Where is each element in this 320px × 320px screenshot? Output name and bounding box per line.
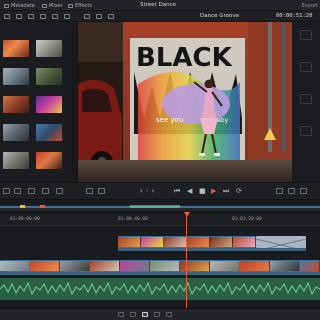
jog-icon[interactable]: ‹ ◦ › [140, 188, 154, 195]
go-to-start-icon[interactable]: ⏮ [174, 188, 180, 195]
inspector-thumbnail[interactable] [300, 62, 312, 72]
inspector-thumbnail[interactable] [300, 126, 312, 136]
overview-ruler[interactable] [0, 205, 320, 211]
audio-track[interactable] [0, 278, 320, 300]
audio-waveform [0, 281, 320, 296]
edit-page-icon[interactable] [142, 312, 148, 317]
project-title: Street Dance [140, 2, 176, 8]
media-thumbnail[interactable] [3, 124, 29, 141]
media-thumbnail[interactable] [36, 40, 62, 57]
transition-clip[interactable] [256, 236, 306, 248]
blade-icon[interactable] [28, 188, 35, 194]
cut-page-icon[interactable] [130, 312, 136, 317]
inspector-panel [292, 22, 320, 182]
effects-menu-item[interactable]: Effects [68, 3, 92, 9]
color-page-icon[interactable] [166, 312, 172, 317]
reverse-icon[interactable]: ◀ [187, 188, 192, 195]
link-icon[interactable] [56, 188, 63, 194]
metadata-icon [4, 4, 9, 8]
timeline-name[interactable]: Dance Groove [200, 13, 239, 19]
fullscreen-icon[interactable] [300, 188, 307, 194]
video-clip[interactable] [0, 260, 320, 272]
snap-icon[interactable] [42, 188, 49, 194]
ruler-timecode-label: 01:00:00:00 [10, 217, 40, 222]
timeline-ruler[interactable]: 01:00:00:00 01:00:40:00 01:01:20:00 [0, 212, 320, 226]
export-menu-item[interactable]: Export [302, 3, 318, 9]
fusion-page-icon[interactable] [154, 312, 160, 317]
mural-text-black: BLACK [136, 43, 233, 73]
media-thumbnail[interactable] [3, 152, 29, 169]
playhead[interactable] [186, 212, 187, 308]
viewer-mode-icon[interactable] [84, 14, 90, 19]
zoom-icon[interactable] [96, 14, 102, 19]
media-thumbnail[interactable] [3, 68, 29, 85]
audio-meter-icon[interactable] [276, 188, 283, 194]
more-options-icon[interactable] [64, 14, 70, 19]
media-thumbnail[interactable] [36, 124, 62, 141]
append-icon[interactable] [86, 188, 93, 194]
video-clip[interactable] [118, 236, 256, 248]
volume-icon[interactable] [288, 188, 295, 194]
media-page-icon[interactable] [118, 312, 124, 317]
viewer-toolbar [0, 11, 320, 22]
mixer-icon [42, 4, 47, 8]
media-thumbnail[interactable] [3, 40, 29, 57]
stop-icon[interactable]: ■ [199, 188, 206, 195]
play-icon[interactable]: ▶ [211, 188, 216, 195]
page-navigation-bar [0, 308, 320, 320]
media-pool-scrollbar[interactable] [71, 26, 75, 176]
mode-icon[interactable] [3, 188, 10, 194]
inspector-thumbnail[interactable] [300, 94, 312, 104]
transport-bar: ‹ ◦ › ⏮ ◀ ■ ▶ ⏭ ⟳ [0, 182, 320, 200]
metadata-menu-item[interactable]: Metadata [4, 3, 35, 9]
loop-icon[interactable]: ⟳ [236, 188, 242, 195]
media-thumbnail[interactable] [3, 96, 29, 113]
search-icon[interactable] [52, 14, 58, 19]
top-menu-bar: Metadata Mixer Effects Street Dance Expo… [0, 0, 320, 11]
media-thumbnail[interactable] [36, 68, 62, 85]
list-view-icon[interactable] [16, 14, 22, 19]
go-to-end-icon[interactable]: ⏭ [223, 188, 229, 195]
media-thumbnail[interactable] [36, 152, 62, 169]
insert-icon[interactable] [98, 188, 105, 194]
grid-view-icon[interactable] [28, 14, 34, 19]
inspector-thumbnail[interactable] [300, 30, 312, 40]
trim-icon[interactable] [14, 188, 21, 194]
ruler-timecode-label: 01:01:20:00 [232, 217, 262, 222]
media-pool [0, 22, 78, 182]
video-viewer[interactable]: BLACK see you Baby [78, 22, 292, 182]
sort-icon[interactable] [40, 14, 46, 19]
timeline-tracks [0, 226, 320, 308]
safe-area-icon[interactable] [108, 14, 114, 19]
ruler-timecode-label: 01:00:40:00 [118, 217, 148, 222]
effects-icon [68, 4, 73, 8]
viewer-frame: BLACK see you Baby [78, 22, 292, 182]
mixer-menu-item[interactable]: Mixer [42, 3, 63, 9]
media-thumbnail[interactable] [36, 96, 62, 113]
svg-text:see you: see you [156, 116, 183, 124]
viewer-timecode: 00:00:51:20 [276, 13, 313, 19]
layout-toggle-icon[interactable] [4, 14, 10, 19]
playhead-handle[interactable] [184, 212, 190, 217]
